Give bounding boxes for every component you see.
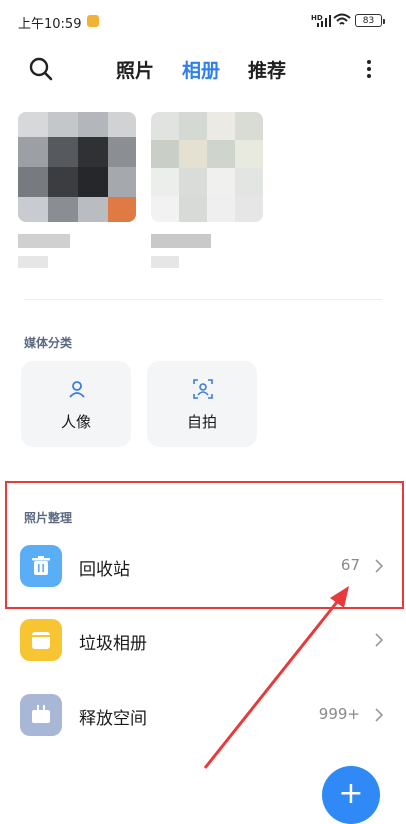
more-menu-button[interactable] [364,57,374,81]
tab-albums[interactable]: 相册 [182,56,220,83]
notification-icon [87,15,99,27]
album-cover-thumbnail [18,112,136,222]
selfie-icon [193,379,213,399]
status-bar: 上午10:59 HD 83 [0,0,406,40]
album-cover-thumbnail [151,112,263,222]
chevron-right-icon [375,708,384,722]
section-divider [24,299,382,300]
media-section-title: 媒体分类 [24,336,73,350]
album-count-blur [18,256,48,268]
highlight-box [5,481,404,609]
person-icon [69,381,85,398]
top-nav: 照片 相册 推荐 [0,48,406,92]
battery-icon: 83 [355,14,385,27]
search-icon[interactable] [28,56,54,82]
folder-icon [20,619,62,661]
free-space-count: 999+ [318,705,360,723]
chevron-right-icon [375,633,384,647]
album-tile[interactable] [151,112,263,292]
album-tile[interactable] [18,112,136,292]
media-card-portrait[interactable]: 人像 [21,361,131,447]
tab-photos[interactable]: 照片 [116,56,154,83]
media-card-label: 人像 [60,413,91,431]
junk-album-label: 垃圾相册 [79,634,147,654]
free-space-item[interactable]: 释放空间 999+ [20,694,386,744]
media-card-label: 自拍 [186,413,217,431]
album-count-blur [151,256,179,268]
media-card-selfie[interactable]: 自拍 [147,361,257,447]
add-button[interactable]: + [322,766,380,824]
tab-recommend[interactable]: 推荐 [248,56,286,83]
album-name-blur [151,234,211,248]
cleanup-icon [20,694,62,736]
status-time: 上午10:59 [18,17,82,32]
album-name-blur [18,234,70,248]
free-space-label: 释放空间 [79,709,147,729]
junk-album-item[interactable]: 垃圾相册 [20,619,386,669]
signal-icon [317,15,331,27]
wifi-icon [333,13,351,25]
